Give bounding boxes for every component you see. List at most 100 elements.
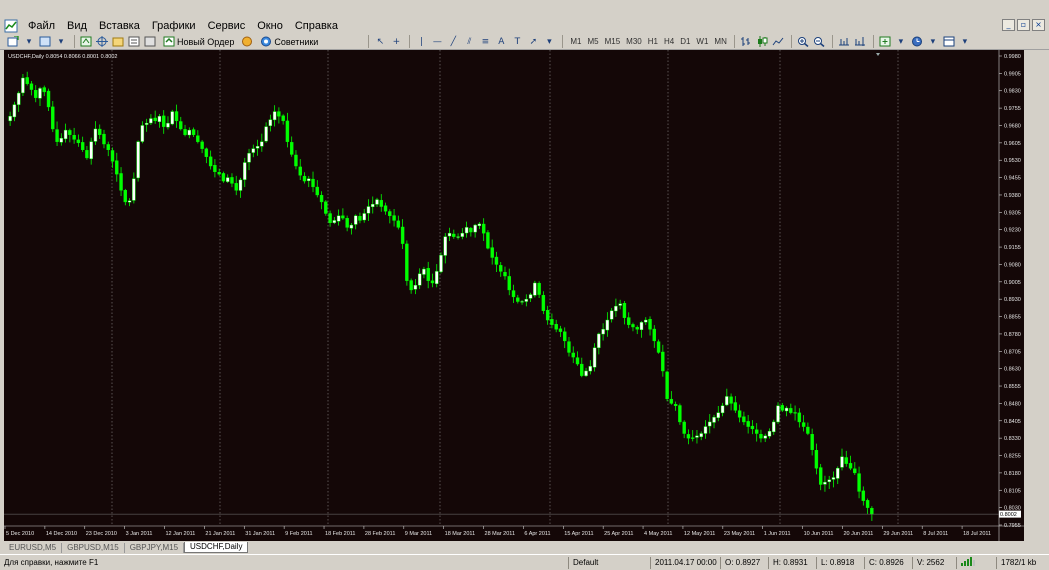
metaeditor-icon[interactable]: [240, 35, 254, 49]
candle-body: [870, 508, 874, 515]
candle-body: [89, 141, 93, 159]
time-tick-label: 1 Jun 2011: [764, 531, 791, 537]
candle-body: [588, 366, 593, 372]
status-profile[interactable]: Default: [568, 556, 650, 569]
candle-body: [627, 317, 631, 325]
tab-gbpjpy-m15[interactable]: GBPJPY,M15: [125, 543, 185, 553]
bar-chart-icon[interactable]: [739, 35, 753, 49]
vertical-line-icon[interactable]: |: [414, 35, 428, 49]
candle-body: [456, 236, 460, 238]
candle-body: [831, 477, 836, 480]
timeframe-mn[interactable]: MN: [711, 37, 729, 46]
chart-autoscroll-icon[interactable]: [837, 35, 851, 49]
candle-body: [614, 305, 618, 312]
candle-body: [759, 434, 763, 439]
menu-insert[interactable]: Вставка: [93, 18, 146, 34]
price-tick-label: 0.8780: [1004, 332, 1021, 338]
experts-button[interactable]: Советники: [260, 35, 318, 49]
tab-eurusd-m5[interactable]: EURUSD,M5: [4, 543, 63, 553]
candle-body: [247, 153, 251, 163]
fibonacci-icon[interactable]: ≡: [478, 35, 492, 49]
templates-icon[interactable]: [942, 35, 956, 49]
timeframe-d1[interactable]: D1: [677, 37, 693, 46]
text-label-icon[interactable]: T: [510, 35, 524, 49]
candle-body: [336, 215, 341, 222]
candle-body: [243, 162, 247, 180]
menu-charts[interactable]: Графики: [146, 18, 202, 34]
candle-body: [85, 150, 89, 159]
candlestick-icon[interactable]: [755, 35, 769, 49]
candle-body: [554, 324, 558, 330]
text-icon[interactable]: A: [494, 35, 508, 49]
arrows-icon[interactable]: ➚: [526, 35, 540, 49]
menu-file[interactable]: Файл: [22, 18, 61, 34]
timeframe-m5[interactable]: M5: [584, 37, 601, 46]
candle-body: [865, 500, 870, 508]
restore-button[interactable]: ▫: [1017, 19, 1030, 31]
market-watch-icon[interactable]: [79, 35, 93, 49]
candle-body: [584, 370, 588, 377]
dropdown-arrow-icon[interactable]: ▾: [894, 35, 908, 49]
time-tick-label: 31 Jan 2011: [245, 531, 275, 537]
line-chart-icon[interactable]: [771, 35, 785, 49]
channel-icon[interactable]: ⫽: [462, 35, 476, 49]
candle-body: [439, 254, 443, 273]
new-chart-icon[interactable]: [6, 35, 20, 49]
candle-body: [277, 111, 281, 117]
candle-body: [737, 410, 742, 418]
candle-body: [260, 141, 264, 147]
new-order-button[interactable]: Новый Ордер: [163, 35, 234, 49]
terminal-icon[interactable]: [127, 35, 141, 49]
candle-body: [631, 324, 635, 328]
dropdown-arrow-icon[interactable]: ▾: [22, 35, 36, 49]
data-window-icon[interactable]: [95, 35, 109, 49]
minimize-button[interactable]: _: [1002, 19, 1015, 31]
timeframe-m30[interactable]: M30: [623, 37, 645, 46]
profiles-icon[interactable]: [38, 35, 52, 49]
candle-body: [524, 298, 529, 302]
menu-tools[interactable]: Сервис: [202, 18, 252, 34]
candle-body: [469, 227, 473, 233]
tab-usdchf-daily[interactable]: USDCHF,Daily: [184, 542, 249, 553]
timeframe-h1[interactable]: H1: [645, 37, 661, 46]
cursor-icon[interactable]: ↖: [373, 35, 387, 49]
timeframe-m1[interactable]: M1: [567, 37, 584, 46]
menu-view[interactable]: Вид: [61, 18, 93, 34]
timeframe-w1[interactable]: W1: [693, 37, 711, 46]
horizontal-line-icon[interactable]: —: [430, 35, 444, 49]
zoom-out-icon[interactable]: [812, 35, 826, 49]
candle-body: [106, 144, 110, 151]
tester-icon[interactable]: [143, 35, 157, 49]
candle-body: [68, 130, 72, 135]
periods-icon[interactable]: [910, 35, 924, 49]
close-button[interactable]: ×: [1032, 19, 1045, 31]
dropdown-arrow-icon[interactable]: ▾: [542, 35, 556, 49]
menu-help[interactable]: Справка: [289, 18, 344, 34]
chart-shift-icon[interactable]: [853, 35, 867, 49]
price-tick-label: 0.8180: [1004, 471, 1021, 477]
status-help: Для справки, нажмите F1: [4, 557, 99, 567]
chart-window[interactable]: 0.9980 0.9905 0.9830 0.9755 0.9680 0.9605 0.95…: [4, 50, 1024, 541]
candle-body: [191, 129, 196, 135]
tab-gbpusd-m15[interactable]: GBPUSD,M15: [62, 543, 125, 553]
menu-window[interactable]: Окно: [251, 18, 289, 34]
dropdown-arrow-icon[interactable]: ▾: [926, 35, 940, 49]
crosshair-icon[interactable]: +: [389, 35, 403, 49]
candle: [486, 230, 490, 250]
timeframe-h4[interactable]: H4: [661, 37, 677, 46]
candle-body: [153, 117, 157, 122]
candle-body: [379, 200, 383, 207]
trendline-icon[interactable]: ╱: [446, 35, 460, 49]
candle-body: [298, 166, 302, 176]
indicators-icon[interactable]: [878, 35, 892, 49]
navigator-icon[interactable]: [111, 35, 125, 49]
candle-body: [208, 156, 213, 167]
dropdown-arrow-icon[interactable]: ▾: [958, 35, 972, 49]
candle-body: [132, 178, 136, 201]
candle-body: [452, 233, 456, 237]
zoom-in-icon[interactable]: [796, 35, 810, 49]
candlestick-chart[interactable]: 0.9980 0.9905 0.9830 0.9755 0.9680 0.9605 0.95…: [4, 50, 1024, 541]
status-bar: Для справки, нажмите F1 Default 2011.04.…: [0, 554, 1049, 570]
dropdown-arrow-icon[interactable]: ▾: [54, 35, 68, 49]
timeframe-m15[interactable]: M15: [602, 37, 624, 46]
